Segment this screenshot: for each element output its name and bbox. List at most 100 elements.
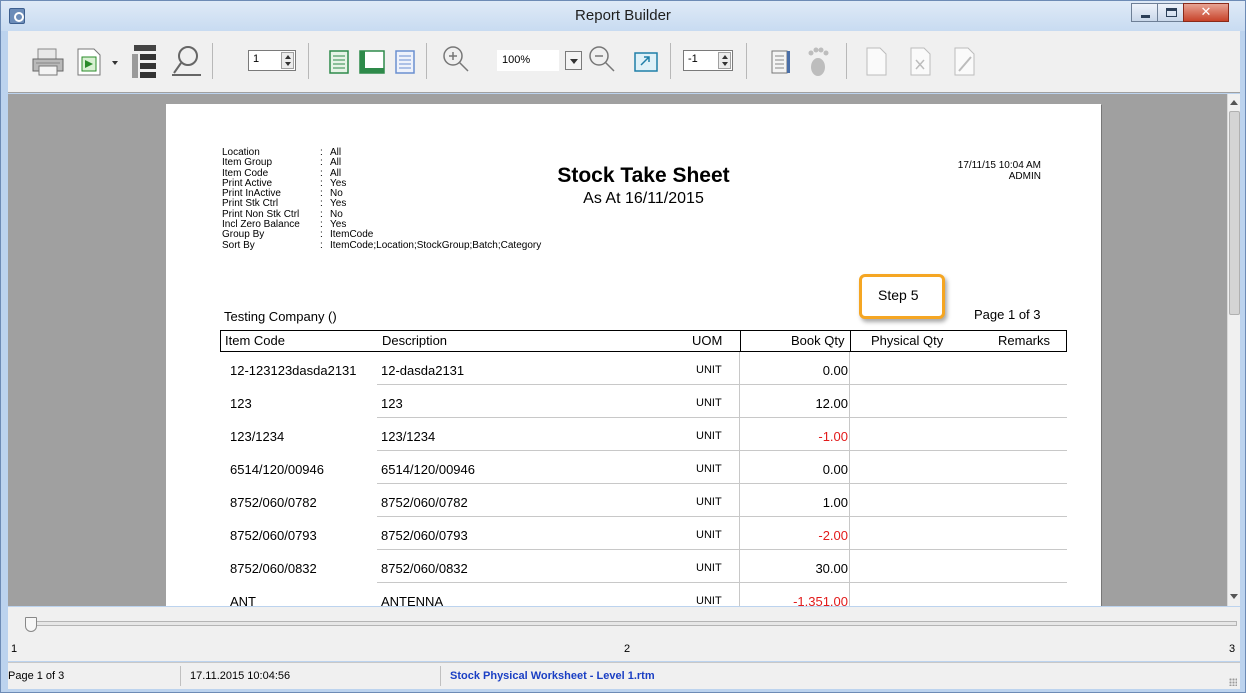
row-divider xyxy=(849,583,850,606)
close-icon: ✕ xyxy=(1200,5,1212,20)
table-header: Item Code Description UOM Book Qty Physi… xyxy=(220,330,1067,352)
param-key: Sort By xyxy=(222,239,255,251)
outline-icon[interactable] xyxy=(126,43,162,79)
whole-page-icon[interactable] xyxy=(326,43,352,79)
maximize-icon xyxy=(1166,8,1177,17)
offset-stepper[interactable]: -1 xyxy=(683,50,733,71)
param-row: Sort By: ItemCode;Location;StockGroup;Bat… xyxy=(222,239,541,251)
scrollbar-thumb[interactable] xyxy=(1229,111,1240,315)
row-divider xyxy=(739,550,740,583)
cell-item-code: 8752/060/0782 xyxy=(230,495,317,510)
table-row: 8752/060/0793 8752/060/0793 UNIT -2.00 xyxy=(220,517,1067,550)
status-timestamp: 17.11.2015 10:04:56 xyxy=(190,670,291,682)
export-dropdown-icon[interactable] xyxy=(110,43,120,79)
cell-book-qty: -2.00 xyxy=(818,528,848,543)
cell-book-qty: 30.00 xyxy=(815,561,848,576)
cell-item-code: 8752/060/0832 xyxy=(230,561,317,576)
page-width-icon[interactable] xyxy=(358,43,386,79)
delete-page-icon[interactable] xyxy=(906,43,934,79)
header-divider xyxy=(740,331,741,351)
report-datetime: 17/11/15 10:04 AM xyxy=(957,160,1041,171)
cell-item-code: 8752/060/0793 xyxy=(230,528,317,543)
cell-description: 8752/060/0782 xyxy=(381,495,468,510)
page-number-value: 1 xyxy=(253,53,260,65)
toolbar: 1 100% -1 xyxy=(8,31,1240,93)
footprint-icon[interactable] xyxy=(802,43,834,79)
cell-description: 123 xyxy=(381,396,403,411)
export-icon[interactable] xyxy=(72,43,108,79)
company-name: Testing Company () xyxy=(224,309,337,324)
report-builder-window: Report Builder ✕ 1 100% -1 Location: Al… xyxy=(0,0,1246,693)
cell-description: 12-dasda2131 xyxy=(381,363,465,378)
row-divider xyxy=(849,517,850,550)
edit-page-icon[interactable] xyxy=(950,43,978,79)
table-row: 6514/120/00946 6514/120/00946 UNIT 0.00 xyxy=(220,451,1067,484)
step-callout: Step 5 xyxy=(859,274,945,319)
table-row: 8752/060/0782 8752/060/0782 UNIT 1.00 xyxy=(220,484,1067,517)
minimize-button[interactable] xyxy=(1131,3,1158,22)
scroll-down-icon[interactable] xyxy=(1230,592,1239,602)
cell-description: 8752/060/0832 xyxy=(381,561,468,576)
slider-max-label: 3 xyxy=(1229,643,1236,655)
step-label: Step 5 xyxy=(878,287,919,303)
row-divider xyxy=(849,352,850,385)
cell-uom: UNIT xyxy=(696,595,722,606)
status-separator xyxy=(440,666,441,686)
status-page: Page 1 of 3 xyxy=(8,670,65,682)
toolbar-separator xyxy=(846,43,847,79)
hundred-percent-icon[interactable] xyxy=(392,43,418,79)
maximize-button[interactable] xyxy=(1157,3,1184,22)
scroll-up-icon[interactable] xyxy=(1230,98,1239,108)
toolbar-separator xyxy=(212,43,213,79)
fit-icon[interactable] xyxy=(632,43,660,79)
page-slider-area: 1 2 3 xyxy=(8,607,1240,661)
status-separator xyxy=(180,666,181,686)
param-separator: : xyxy=(320,239,323,251)
page-slider-handle[interactable] xyxy=(25,617,37,632)
cell-item-code: 123/1234 xyxy=(230,429,285,444)
print-icon[interactable] xyxy=(30,43,66,79)
zoom-out-icon[interactable] xyxy=(586,43,622,79)
report-title: Stock Take Sheet xyxy=(557,164,730,187)
cell-uom: UNIT xyxy=(696,562,722,574)
table-row: 8752/060/0832 8752/060/0832 UNIT 30.00 xyxy=(220,550,1067,583)
minimize-icon xyxy=(1141,15,1150,18)
page-number-stepper[interactable]: 1 xyxy=(248,50,296,71)
header-divider xyxy=(850,331,851,351)
table-row: 123 123 UNIT 12.00 xyxy=(220,385,1067,418)
cell-item-code: 123 xyxy=(230,396,252,411)
cell-item-code: ANT xyxy=(230,594,256,606)
spin-arrows-icon[interactable] xyxy=(281,52,294,69)
zoom-value: 100% xyxy=(502,54,531,66)
cell-uom: UNIT xyxy=(696,529,722,541)
zoom-dropdown-button[interactable] xyxy=(565,51,582,70)
row-divider xyxy=(739,484,740,517)
col-uom: UOM xyxy=(692,333,723,348)
status-file-name: Stock Physical Worksheet - Level 1.rtm xyxy=(450,670,655,682)
resize-grip-icon[interactable] xyxy=(1229,678,1237,686)
cell-description: 6514/120/00946 xyxy=(381,462,475,477)
report-page: Location: All Item Group: All Item Code: All P… xyxy=(166,104,1101,606)
two-pages-icon[interactable] xyxy=(768,43,794,79)
search-icon[interactable] xyxy=(168,43,204,79)
cell-uom: UNIT xyxy=(696,364,722,376)
toolbar-separator xyxy=(746,43,747,79)
zoom-in-icon[interactable] xyxy=(440,43,476,79)
offset-value: -1 xyxy=(688,53,698,65)
zoom-input[interactable]: 100% xyxy=(497,50,559,71)
spin-arrows-icon[interactable] xyxy=(718,52,731,69)
cell-uom: UNIT xyxy=(696,463,722,475)
report-preview-area[interactable]: Location: All Item Group: All Item Code: All P… xyxy=(8,94,1227,606)
cell-book-qty: 0.00 xyxy=(822,462,848,477)
vertical-scrollbar[interactable] xyxy=(1227,94,1240,606)
row-divider xyxy=(739,451,740,484)
cell-description: ANTENNA xyxy=(381,594,444,606)
row-divider xyxy=(739,418,740,451)
col-description: Description xyxy=(382,333,448,348)
close-button[interactable]: ✕ xyxy=(1183,3,1229,22)
new-page-icon[interactable] xyxy=(862,43,890,79)
row-divider xyxy=(739,352,740,385)
page-slider-track[interactable] xyxy=(32,621,1237,626)
report-user: ADMIN xyxy=(1008,171,1041,182)
cell-item-code: 12-123123dasda2131 xyxy=(230,363,357,378)
